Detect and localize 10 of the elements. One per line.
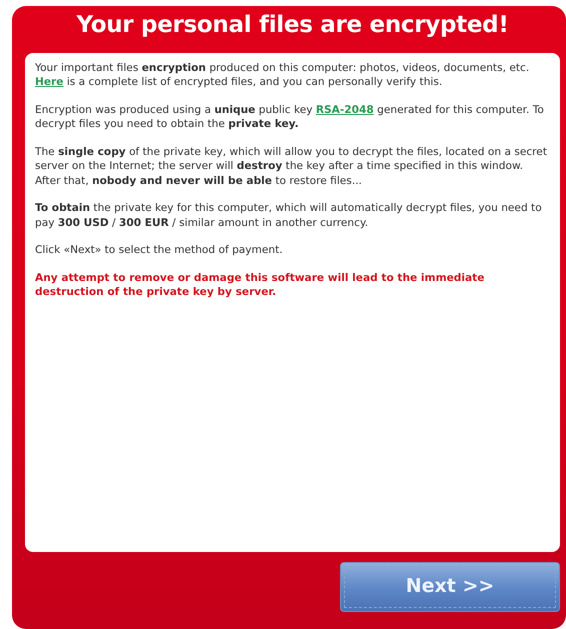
link[interactable]: RSA-2048 [316, 104, 374, 116]
message-paragraph: The single copy of the private key, which will allow you to decrypt the files, located on a secret server on the Internet; the server will destroy the key after a time specified in this window. After that, nobody and never will be able to restore files... [35, 144, 548, 188]
link[interactable]: Here [35, 76, 64, 88]
warning-text: Any attempt to remove or damage this software will lead to the immediate destruction of the private key by server. [35, 270, 486, 300]
message-paragraph: Encryption was produced using a unique public key RSA-2048 generated for this computer. To decrypt files you need to obtain the private key. [35, 102, 545, 132]
message-paragraph: Your important files encryption produced on this computer: photos, videos, documents, etc. Here is a complete list of encrypted files, and you can personally verify this. [35, 60, 530, 90]
window-title: Your personal files are encrypted! [75, 12, 510, 40]
next-button[interactable]: Next >> [340, 562, 560, 612]
message-paragraph: Click «Next» to select the method of payment. [35, 243, 284, 258]
message-paragraph: To obtain the private key for this computer, which will automatically decrypt files, you need to pay 300 USD / 300 EUR / similar amount in another currency. [35, 201, 543, 230]
